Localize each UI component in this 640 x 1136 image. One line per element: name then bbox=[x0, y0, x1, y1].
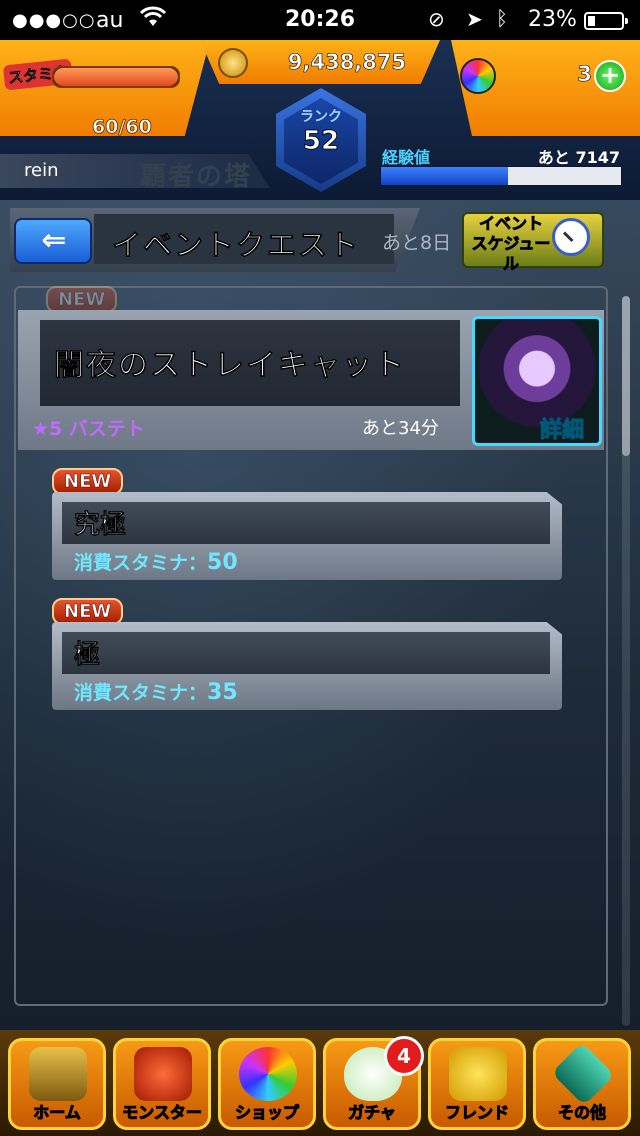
battery-percent: 23% bbox=[528, 7, 577, 32]
rainbow-orb-icon bbox=[239, 1047, 297, 1101]
friends-icon bbox=[449, 1047, 507, 1101]
rainbow-orb-icon bbox=[460, 58, 496, 94]
stamina-bar-fill bbox=[54, 68, 178, 86]
scrollbar-thumb[interactable] bbox=[622, 296, 630, 456]
exp-bar bbox=[380, 166, 622, 186]
back-arrow-icon: ⇐ bbox=[41, 223, 67, 258]
quest-name: 極 bbox=[74, 640, 101, 671]
event-remaining-time: あと8日 bbox=[382, 232, 452, 254]
stamina-cost-value: 35 bbox=[207, 680, 238, 705]
monster-dragon-icon bbox=[134, 1047, 192, 1101]
nav-other-button[interactable]: その他 bbox=[533, 1038, 631, 1130]
stamina-cost-value: 50 bbox=[207, 550, 238, 575]
nav-label: モンスター bbox=[122, 1103, 203, 1123]
exp-label: 経験値 bbox=[382, 148, 431, 167]
stamina-bar bbox=[52, 66, 180, 88]
status-bar: ●●●○○ au 20:26 ⊘ ➤ ᛒ 23% bbox=[0, 0, 640, 40]
stamina-value: 60/60 bbox=[92, 116, 153, 139]
quest-card-inner bbox=[62, 502, 550, 544]
nav-label: ホーム bbox=[33, 1103, 82, 1123]
nav-label: フレンド bbox=[444, 1103, 509, 1123]
nav-label: その他 bbox=[557, 1103, 606, 1123]
stamina-cost-label: 消費スタミナ： bbox=[74, 552, 208, 574]
gacha-notification-badge: 4 bbox=[384, 1036, 424, 1076]
quest-name: 究極 bbox=[74, 510, 127, 541]
main-content: ⇐ イベントクエスト あと8日 イベント スケジュール NEW 闇夜のストレイキ… bbox=[0, 200, 640, 1030]
featured-quest-title: 闇夜のストレイキャット bbox=[54, 348, 406, 384]
coin-icon bbox=[218, 48, 248, 78]
exp-bar-fill bbox=[381, 167, 509, 185]
coin-count: 9,438,875 bbox=[287, 50, 407, 75]
new-badge: NEW bbox=[46, 286, 118, 313]
battery-icon bbox=[584, 12, 628, 30]
clock-icon bbox=[552, 218, 590, 256]
buy-orbs-button[interactable]: + bbox=[594, 60, 626, 92]
scrollbar[interactable] bbox=[622, 296, 630, 1026]
top-hud: スタミナ 60/60 9,438,875 3 + 覇者の塔 rein ランク 5… bbox=[0, 40, 640, 200]
new-badge: NEW bbox=[52, 598, 124, 625]
stamina-cost: 消費スタミナ：35 bbox=[74, 678, 238, 705]
nav-label: ショップ bbox=[234, 1103, 299, 1123]
nav-monster-button[interactable]: モンスター bbox=[113, 1038, 211, 1130]
detail-button-label[interactable]: 詳細 bbox=[539, 412, 584, 444]
background-tower-title: 覇者の塔 bbox=[140, 162, 253, 192]
player-name: rein bbox=[24, 160, 59, 181]
page-title: イベントクエスト bbox=[112, 228, 361, 263]
bottom-nav: ホーム モンスター ショップ ガチャ フレンド その他 bbox=[0, 1030, 640, 1136]
nav-home-button[interactable]: ホーム bbox=[8, 1038, 106, 1130]
home-gate-icon bbox=[29, 1047, 87, 1101]
orb-count: 3 bbox=[577, 62, 592, 87]
nav-shop-button[interactable]: ショップ bbox=[218, 1038, 316, 1130]
nav-label: ガチャ bbox=[348, 1103, 397, 1123]
rank-label: ランク bbox=[300, 109, 342, 125]
location-arrow-icon: ➤ bbox=[466, 7, 483, 31]
boss-info: ★5 バステト bbox=[32, 418, 145, 440]
bluetooth-icon: ᛒ bbox=[496, 6, 508, 30]
event-schedule-label: イベント スケジュール bbox=[471, 214, 551, 274]
rotation-lock-icon: ⊘ bbox=[428, 7, 445, 31]
map-signpost-icon bbox=[551, 1042, 615, 1106]
new-badge: NEW bbox=[52, 468, 124, 495]
featured-quest-time-remaining: あと34分 bbox=[362, 418, 439, 439]
nav-friend-button[interactable]: フレンド bbox=[428, 1038, 526, 1130]
stamina-cost: 消費スタミナ：50 bbox=[74, 548, 238, 575]
quest-card-inner bbox=[62, 632, 550, 674]
exp-remaining: あと 7147 bbox=[537, 148, 620, 167]
rank-value: 52 bbox=[302, 126, 340, 157]
stamina-cost-label: 消費スタミナ： bbox=[74, 682, 208, 704]
